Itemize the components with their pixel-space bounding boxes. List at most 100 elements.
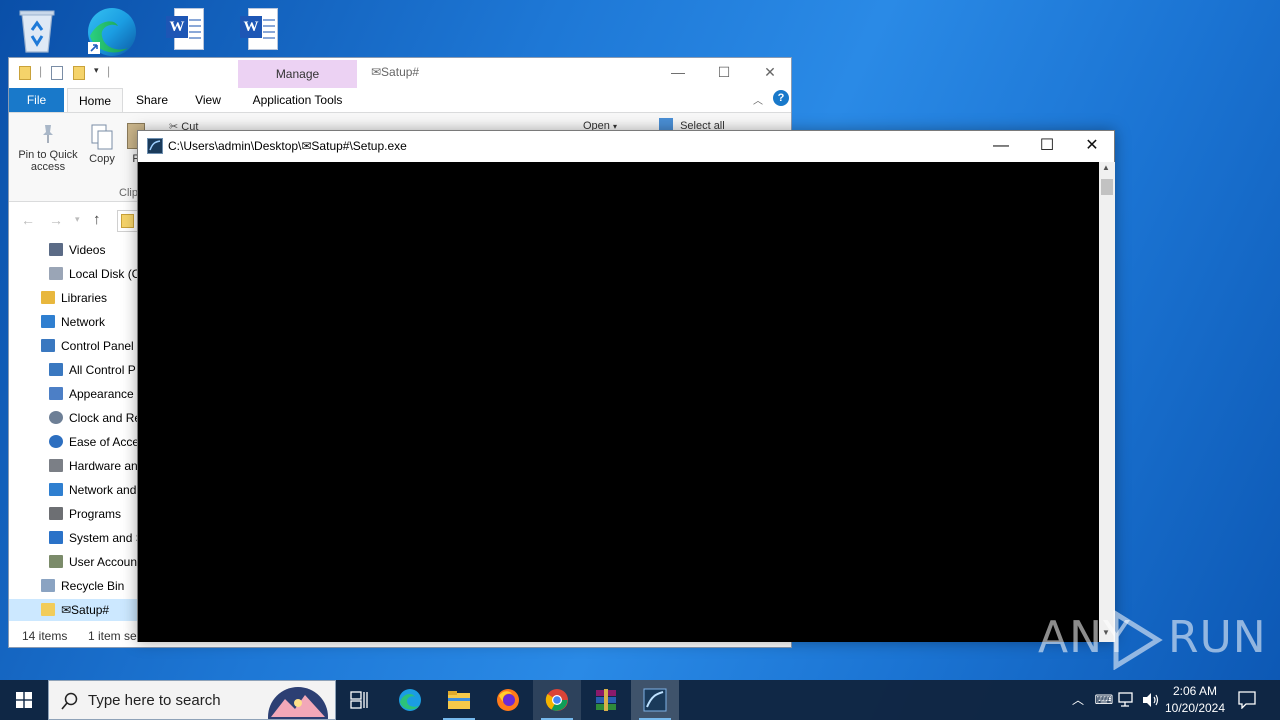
task-view-icon [350, 691, 368, 709]
tree-label: Ease of Acces [69, 435, 146, 449]
tree-item-network-and[interactable]: Network and [49, 479, 136, 501]
tab-application-tools[interactable]: Application Tools [238, 88, 357, 112]
scroll-up-icon[interactable]: ▲ [1102, 163, 1110, 172]
copy-icon [91, 124, 113, 150]
firefox-icon [497, 689, 519, 711]
tree-item-all-control-panel[interactable]: All Control P [49, 359, 136, 381]
taskbar-firefox[interactable] [484, 680, 532, 720]
close-button[interactable]: ✕ [747, 58, 793, 87]
edge-desktop-icon[interactable] [84, 6, 138, 58]
task-view-button[interactable] [336, 680, 384, 720]
programs-icon [49, 507, 63, 520]
tab-home[interactable]: Home [67, 88, 123, 112]
maximize-button[interactable]: ☐ [701, 58, 747, 87]
tree-label: Appearance a [69, 387, 144, 401]
status-item-count: 14 items [22, 629, 68, 643]
taskbar-edge[interactable] [386, 680, 434, 720]
tree-item-clock[interactable]: Clock and Re [49, 407, 141, 429]
tree-item-system[interactable]: System and S [49, 527, 144, 549]
tree-item-user-accounts[interactable]: User Accoun [49, 551, 137, 573]
tree-item-ease-of-access[interactable]: Ease of Acces [49, 431, 145, 453]
minimize-button[interactable]: — [978, 131, 1024, 161]
tree-label: Videos [69, 243, 106, 257]
start-button[interactable] [0, 680, 48, 720]
folder-icon [121, 214, 134, 228]
clock-icon [49, 411, 63, 424]
console-output[interactable] [138, 162, 1099, 642]
copy-button[interactable]: Copy [87, 123, 117, 165]
properties-icon[interactable] [51, 66, 63, 80]
pin-icon [43, 125, 53, 143]
recycle-bin-desktop-icon[interactable] [10, 6, 64, 58]
status-selection: 1 item sel [88, 629, 140, 643]
keyboard-icon[interactable]: ⌨ [1094, 680, 1114, 720]
volume-icon[interactable] [1142, 692, 1160, 708]
clock[interactable]: 2:06 AM 10/20/2024 [1160, 683, 1230, 717]
chrome-icon [545, 689, 568, 711]
word-document-1[interactable]: W [158, 6, 212, 58]
collapse-ribbon-icon[interactable]: ︿ [753, 92, 763, 107]
play-logo-icon [1113, 610, 1163, 670]
network-icon[interactable] [1118, 692, 1136, 708]
taskbar-console-app[interactable] [631, 680, 679, 720]
tab-view[interactable]: View [183, 88, 233, 112]
tree-item-local-disk[interactable]: Local Disk (C [49, 263, 140, 285]
libraries-icon [41, 291, 55, 304]
taskbar-chrome[interactable] [533, 680, 581, 720]
taskbar-winrar[interactable] [582, 680, 630, 720]
tree-item-network[interactable]: Network [41, 311, 105, 333]
console-app-icon [643, 688, 667, 712]
taskbar-file-explorer[interactable] [435, 680, 483, 720]
tree-label: Control Panel [61, 339, 134, 353]
console-window[interactable]: C:\Users\admin\Desktop\✉Satup#\Setup.exe… [137, 130, 1115, 642]
tab-share[interactable]: Share [127, 88, 177, 112]
edge-icon [88, 8, 136, 56]
show-hidden-icons-chevron-up-icon[interactable]: ︿ [1068, 680, 1088, 720]
vertical-scrollbar[interactable]: ▲ ▼ [1099, 162, 1115, 642]
tree-item-appearance[interactable]: Appearance a [49, 383, 144, 405]
maximize-button[interactable]: ☐ [1024, 131, 1070, 161]
title-bar[interactable]: | ▾ | Manage ✉Satup# — ☐ ✕ [9, 58, 793, 112]
qat-dropdown-icon[interactable]: ▾ [94, 65, 99, 76]
console-title-bar[interactable]: C:\Users\admin\Desktop\✉Satup#\Setup.exe… [138, 131, 1114, 161]
forward-icon[interactable]: → [49, 212, 63, 228]
tree-item-videos[interactable]: Videos [49, 239, 105, 261]
tree-label: System and S [69, 531, 144, 545]
navigation-pane: Videos Local Disk (C Libraries Network C… [9, 238, 145, 628]
tree-item-satup[interactable]: ✉Satup# [9, 599, 139, 621]
help-icon[interactable]: ? [773, 90, 789, 106]
tab-file[interactable]: File [9, 88, 64, 112]
users-icon [49, 555, 63, 568]
tree-label: Hardware and [69, 459, 145, 473]
network-icon [49, 483, 63, 496]
tree-item-programs[interactable]: Programs [49, 503, 121, 525]
minimize-button[interactable]: — [655, 58, 701, 87]
search-placeholder: Type here to search [88, 692, 221, 709]
notifications-icon[interactable] [1238, 691, 1256, 709]
window-title: ✉Satup# [371, 65, 420, 79]
scrollbar-thumb[interactable] [1101, 179, 1113, 195]
up-icon[interactable]: ↑ [93, 211, 101, 228]
search-box[interactable]: Type here to search [48, 680, 336, 720]
tree-item-recycle-bin[interactable]: Recycle Bin [41, 575, 124, 597]
new-folder-icon[interactable] [73, 66, 85, 80]
tree-label: ✉Satup# [61, 603, 110, 617]
tree-item-control-panel[interactable]: Control Panel [41, 335, 134, 357]
console-title: C:\Users\admin\Desktop\✉Satup#\Setup.exe [168, 139, 407, 153]
close-button[interactable]: ✕ [1069, 131, 1115, 161]
search-highlight-icon [268, 687, 328, 719]
tree-item-libraries[interactable]: Libraries [41, 287, 107, 309]
recent-locations-icon[interactable]: ▾ [75, 214, 80, 225]
system-shield-icon [49, 531, 63, 544]
clock-time: 2:06 AM [1172, 684, 1218, 698]
windows-logo-icon [16, 692, 32, 708]
watermark-text-right: RUN [1168, 612, 1267, 663]
pin-label: Pin to Quick access [18, 149, 78, 173]
folder-icon [41, 603, 55, 616]
pin-to-quick-access-button[interactable]: Pin to Quick access [15, 123, 81, 173]
tree-item-hardware[interactable]: Hardware and [49, 455, 144, 477]
back-icon[interactable]: ← [21, 212, 35, 228]
word-document-2[interactable]: W [232, 6, 286, 58]
word-doc-icon: W [240, 8, 278, 52]
address-bar[interactable] [117, 210, 139, 232]
